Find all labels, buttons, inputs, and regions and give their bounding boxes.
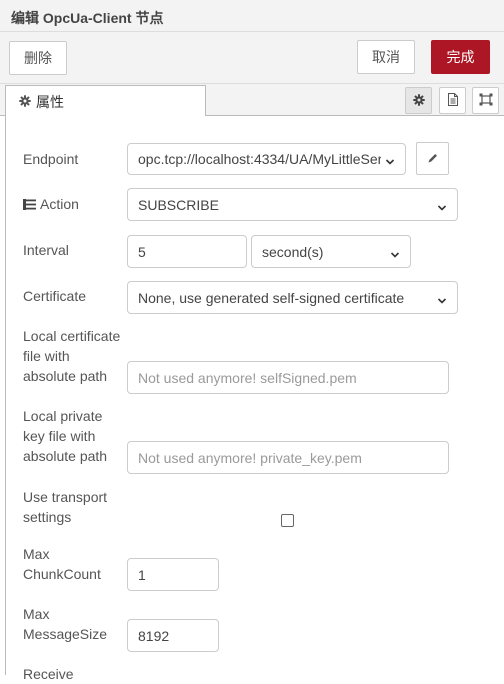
local-cert-label-line: Local certificate	[23, 328, 121, 344]
max-msg-label-line: MessageSize	[23, 626, 108, 642]
dialog-toolbar: 删除 取消 完成	[0, 32, 504, 84]
max-msg-label-line: Max	[23, 606, 50, 622]
chevron-down-icon	[437, 293, 447, 304]
document-icon	[447, 92, 459, 109]
max-msg-label: Max MessageSize	[23, 604, 107, 644]
transport-label-line: Use transport	[23, 489, 108, 505]
max-chunk-label-line: Max	[23, 546, 50, 562]
dialog-titlebar: 编辑 OpcUa-Client 节点	[0, 0, 504, 32]
local-cert-label-line: file with	[23, 348, 70, 364]
action-label: Action	[40, 196, 79, 212]
chevron-down-icon	[437, 200, 447, 211]
tab-description[interactable]	[439, 87, 466, 114]
tab-appearance[interactable]	[472, 87, 499, 114]
transport-label: Use transport settings	[23, 487, 107, 527]
interval-label: Interval	[23, 242, 69, 258]
action-select[interactable]: SUBSCRIBE	[127, 188, 458, 221]
transport-checkbox[interactable]	[281, 514, 294, 527]
transport-label-line: settings	[23, 509, 72, 525]
frame-icon	[479, 93, 493, 109]
gear-icon	[19, 94, 31, 110]
pencil-icon	[427, 151, 439, 167]
action-label-row: Action	[23, 194, 79, 215]
local-key-input[interactable]: Not used anymore! private_key.pem	[127, 441, 449, 474]
local-key-label-line: absolute path	[23, 448, 108, 464]
interval-unit-select[interactable]: second(s)	[251, 235, 411, 268]
local-cert-label: Local certificate file with absolute pat…	[23, 326, 120, 386]
local-cert-input[interactable]: Not used anymore! selfSigned.pem	[127, 361, 449, 394]
done-button[interactable]: 完成	[431, 40, 490, 74]
dialog-title: 编辑 OpcUa-Client 节点	[11, 10, 164, 26]
tab-properties-label: 属性	[36, 93, 64, 110]
chevron-down-icon	[385, 154, 395, 165]
local-key-label-line: key file with	[23, 428, 96, 444]
max-chunk-label: Max ChunkCount	[23, 544, 101, 584]
interval-input[interactable]: 5	[127, 235, 247, 268]
action-value: SUBSCRIBE	[138, 196, 219, 213]
tab-properties[interactable]: 属性	[5, 85, 206, 117]
cancel-button[interactable]: 取消	[357, 40, 415, 74]
certificate-label: Certificate	[23, 288, 87, 304]
endpoint-select[interactable]: opc.tcp://localhost:4334/UA/MyLittleServ…	[127, 143, 406, 175]
max-chunk-input[interactable]: 1	[127, 558, 219, 591]
endpoint-label: Endpoint	[23, 151, 79, 167]
tab-bar: 属性	[0, 84, 504, 117]
edit-endpoint-button[interactable]	[416, 142, 449, 175]
gear-icon	[412, 93, 425, 109]
list-icon	[23, 195, 36, 215]
local-cert-label-line: absolute path	[23, 368, 108, 384]
max-msg-input[interactable]: 8192	[127, 619, 219, 652]
local-key-label: Local private key file with absolute pat…	[23, 406, 107, 466]
interval-unit-value: second(s)	[262, 243, 324, 260]
chevron-down-icon	[390, 247, 400, 258]
certificate-value: None, use generated self-signed certific…	[138, 289, 405, 306]
endpoint-value: opc.tcp://localhost:4334/UA/MyLittleServ…	[138, 151, 381, 167]
certificate-select[interactable]: None, use generated self-signed certific…	[127, 281, 458, 314]
local-key-label-line: Local private	[23, 408, 103, 424]
receive-label: Receive	[23, 666, 74, 682]
max-chunk-label-line: ChunkCount	[23, 566, 101, 582]
delete-button[interactable]: 删除	[9, 41, 67, 75]
tab-settings[interactable]	[405, 87, 432, 114]
